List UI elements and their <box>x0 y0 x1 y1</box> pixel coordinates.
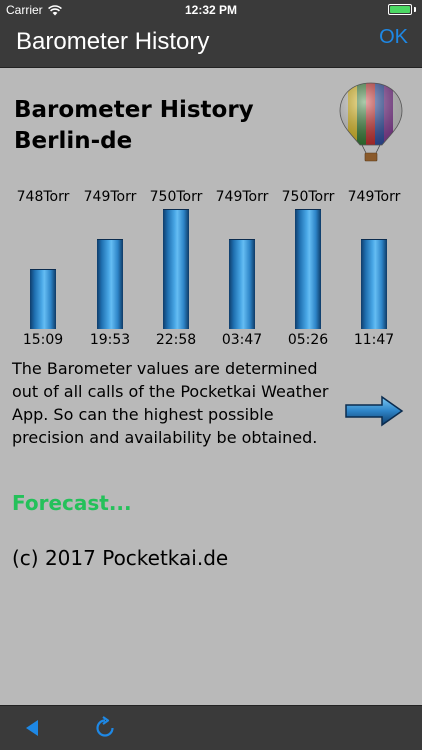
page-title: Barometer History Berlin-de <box>14 95 254 157</box>
battery-icon <box>388 4 416 15</box>
bar-time-label: 19:53 <box>89 332 131 348</box>
hot-air-balloon-icon <box>339 82 403 162</box>
bar <box>163 209 189 329</box>
right-arrow-icon[interactable] <box>344 395 404 427</box>
bar-value-label: 748Torr <box>16 189 70 205</box>
copyright-text: (c) 2017 Pocketkai.de <box>12 546 229 570</box>
page-title-line-2: Berlin-de <box>14 128 133 154</box>
nav-bar: Barometer History OK <box>0 20 422 68</box>
bar <box>97 239 123 329</box>
bar-value-label: 749Torr <box>347 189 401 205</box>
bar-time-label: 05:26 <box>287 332 329 348</box>
description-text: The Barometer values are determined out … <box>12 359 329 447</box>
nav-title: Barometer History <box>16 28 210 55</box>
back-icon[interactable] <box>22 718 42 738</box>
bar-time-label: 22:58 <box>155 332 197 348</box>
bar-time-label: 03:47 <box>221 332 263 348</box>
bar-value-label: 750Torr <box>281 189 335 205</box>
bar-value-label: 749Torr <box>83 189 137 205</box>
bottom-toolbar <box>0 705 422 750</box>
bar <box>229 239 255 329</box>
bar-value-label: 750Torr <box>149 189 203 205</box>
bar <box>361 239 387 329</box>
bar <box>295 209 321 329</box>
status-bar: Carrier 12:32 PM <box>0 0 422 20</box>
bar-value-label: 749Torr <box>215 189 269 205</box>
main-content: Barometer History Berlin-de 748Torr 15:0… <box>0 69 422 705</box>
refresh-icon[interactable] <box>93 716 117 740</box>
bar-time-label: 15:09 <box>22 332 64 348</box>
page-title-line-1: Barometer History <box>14 97 254 123</box>
bar-time-label: 11:47 <box>353 332 395 348</box>
ok-button[interactable]: OK <box>379 26 408 49</box>
barometer-chart: 748Torr 15:09 749Torr 19:53 750Torr 22:58 749T… <box>0 179 422 359</box>
bar <box>30 269 56 329</box>
status-time: 12:32 PM <box>184 3 238 17</box>
forecast-link[interactable]: Forecast... <box>12 491 132 515</box>
